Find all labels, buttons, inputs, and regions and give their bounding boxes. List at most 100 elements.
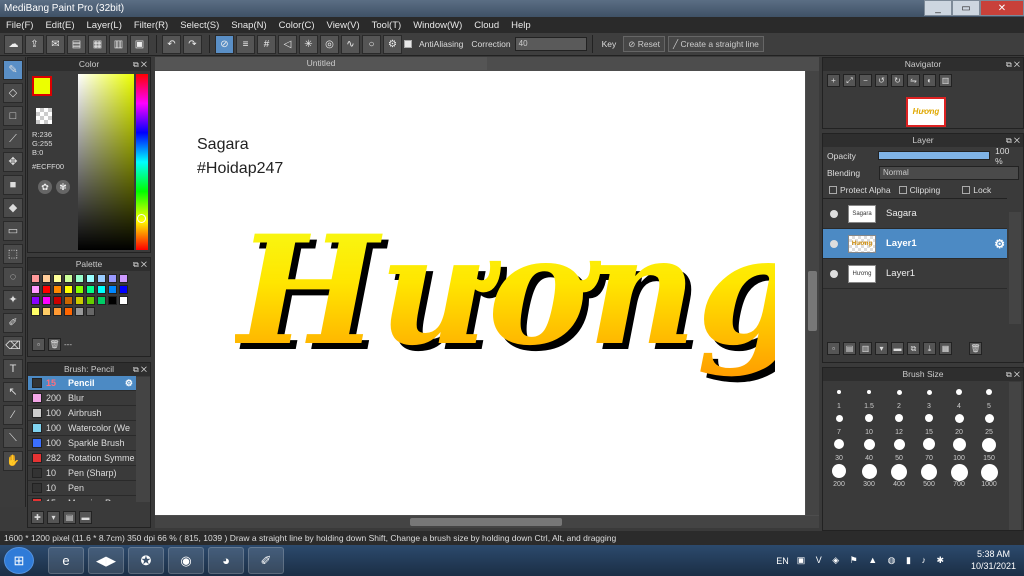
paint-icon[interactable]: ✐ [248, 547, 284, 574]
minimize-button[interactable]: _ [924, 0, 952, 16]
palette-swatch[interactable] [108, 274, 117, 283]
brush-size-option[interactable]: 3 [914, 383, 944, 410]
new-palette-icon[interactable]: ▫ [32, 338, 45, 351]
brush-size-option[interactable]: 25 [974, 409, 1004, 436]
palette-swatch[interactable] [31, 285, 40, 294]
menu-window[interactable]: Window(W) [407, 20, 468, 31]
grid-icon[interactable]: ▣ [130, 34, 149, 54]
palette-swatch[interactable] [42, 296, 51, 305]
palette-swatch[interactable] [108, 285, 117, 294]
layer-item-selected[interactable]: Hương Layer1 ⚙ [823, 229, 1007, 259]
navigator-settings-icon[interactable]: ▥ [939, 74, 952, 87]
share-icon[interactable]: ⇪ [25, 34, 44, 54]
close-button[interactable]: ✕ [980, 0, 1024, 16]
brush-folder-icon[interactable]: ▬ [79, 511, 92, 524]
visibility-icon[interactable] [830, 239, 838, 248]
reset-button[interactable]: ⊘ Reset [623, 36, 665, 52]
menu-tool[interactable]: Tool(T) [366, 20, 408, 31]
document-icon[interactable]: ▤ [67, 34, 86, 54]
brush-item[interactable]: 200 Blur [28, 391, 136, 406]
palette-swatch[interactable] [64, 296, 73, 305]
menu-snap[interactable]: Snap(N) [225, 20, 272, 31]
menu-select[interactable]: Select(S) [174, 20, 225, 31]
new-layer-menu-icon[interactable]: ▾ [875, 342, 888, 355]
gear-icon[interactable]: ⚙ [125, 378, 133, 389]
hand-tool-icon[interactable]: ✋ [3, 451, 23, 471]
snap-grid-icon[interactable]: # [257, 34, 276, 54]
palette-swatch[interactable] [53, 296, 62, 305]
brush-size-option[interactable]: 700 [944, 461, 974, 488]
palette-swatch[interactable] [53, 307, 62, 316]
brush-size-option[interactable]: 7 [824, 409, 854, 436]
brush-size-option[interactable]: 20 [944, 409, 974, 436]
snap-curve-icon[interactable]: ∿ [341, 34, 360, 54]
rotate-left-icon[interactable]: ↺ [875, 74, 888, 87]
maximize-button[interactable]: ▭ [952, 0, 980, 16]
brush-size-option[interactable]: 50 [884, 435, 914, 462]
palette-swatch[interactable] [64, 285, 73, 294]
brush-item-selected[interactable]: 15 Pencil ⚙ [28, 376, 136, 391]
menu-color[interactable]: Color(C) [273, 20, 321, 31]
brush-size-option[interactable]: 100 [944, 435, 974, 462]
magic-wand-tool-icon[interactable]: ✦ [3, 290, 23, 310]
palette-swatch[interactable] [97, 274, 106, 283]
snap-perspective-icon[interactable]: ◁ [278, 34, 297, 54]
snap-circle-icon[interactable]: ○ [362, 34, 381, 54]
brush-item[interactable]: 15Mapping Pen [28, 496, 136, 501]
tray-icons[interactable]: ▣ V ◈ ⚑ ▲ ◍ ▮ ♪ ✱ [797, 555, 948, 566]
cloud-icon[interactable]: ☁ [4, 34, 23, 54]
brush-size-option[interactable]: 5 [974, 383, 1004, 410]
dropper-tool-icon[interactable]: ⁄ [3, 405, 23, 425]
menu-layer[interactable]: Layer(L) [81, 20, 128, 31]
snap-radial-icon[interactable]: ✳ [299, 34, 318, 54]
zoom-out-icon[interactable]: − [859, 74, 872, 87]
visibility-icon[interactable] [830, 269, 838, 278]
new-color-layer-icon[interactable]: ▤ [843, 342, 856, 355]
layout-icon[interactable]: ▥ [109, 34, 128, 54]
dot-tool-icon[interactable]: ⟋ [3, 129, 23, 149]
gradient-tool-icon[interactable]: ▭ [3, 221, 23, 241]
palette-swatch[interactable] [75, 307, 84, 316]
palette-swatch[interactable] [75, 274, 84, 283]
correction-select[interactable]: 40 [514, 37, 587, 51]
palette-swatch[interactable] [86, 296, 95, 305]
palette-swatch[interactable] [119, 296, 128, 305]
brush-size-option[interactable]: 4 [944, 383, 974, 410]
brush-size-option[interactable]: 500 [914, 461, 944, 488]
palette-swatch[interactable] [108, 296, 117, 305]
menu-view[interactable]: View(V) [321, 20, 366, 31]
app-icon[interactable]: ✪ [128, 547, 164, 574]
brush-item[interactable]: 282 Rotation Symme [28, 451, 136, 466]
hue-slider[interactable] [136, 74, 148, 250]
opacity-slider[interactable] [878, 151, 991, 160]
brush-size-option[interactable]: 30 [824, 435, 854, 462]
brush-size-option[interactable]: 2 [884, 383, 914, 410]
panel-close-icon[interactable]: ⧉ ✕ [1006, 134, 1020, 147]
palette-swatch[interactable] [64, 274, 73, 283]
layer-item[interactable]: Sagara Sagara [823, 199, 1007, 229]
menu-file[interactable]: File(F) [0, 20, 39, 31]
chrome-icon[interactable]: ◉ [168, 547, 204, 574]
palette-swatch[interactable] [53, 285, 62, 294]
comment-icon[interactable]: ✉ [46, 34, 65, 54]
select-eraser-tool-icon[interactable]: ⌫ [3, 336, 23, 356]
protect-alpha-checkbox[interactable] [829, 185, 837, 194]
merge-layer-icon[interactable]: ⤓ [923, 342, 936, 355]
horizontal-scroll-thumb[interactable] [410, 518, 562, 526]
visibility-icon[interactable] [830, 209, 838, 218]
palette-swatch[interactable] [97, 296, 106, 305]
brush-size-option[interactable]: 70 [914, 435, 944, 462]
new-layer-icon[interactable]: ▫ [827, 342, 840, 355]
drawing-canvas[interactable]: Sagara #Hoidap247 Hương Hương [155, 71, 805, 515]
brush-item[interactable]: 10 Pen (Sharp) [28, 466, 136, 481]
undo-icon[interactable]: ↶ [162, 34, 181, 54]
visual-studio-icon[interactable]: ◀▶ [88, 547, 124, 574]
brush-size-option[interactable]: 300 [854, 461, 884, 488]
snap-settings-icon[interactable]: ⚙ [383, 34, 402, 54]
panel-close-icon[interactable]: ⧉ ✕ [133, 258, 147, 271]
divide-tool-icon[interactable]: ⟍ [3, 428, 23, 448]
palette-swatch[interactable] [97, 285, 106, 294]
panel-close-icon[interactable]: ⧉ ✕ [1006, 368, 1020, 381]
clipping-checkbox[interactable] [898, 185, 907, 194]
palette-swatch[interactable] [31, 274, 40, 283]
